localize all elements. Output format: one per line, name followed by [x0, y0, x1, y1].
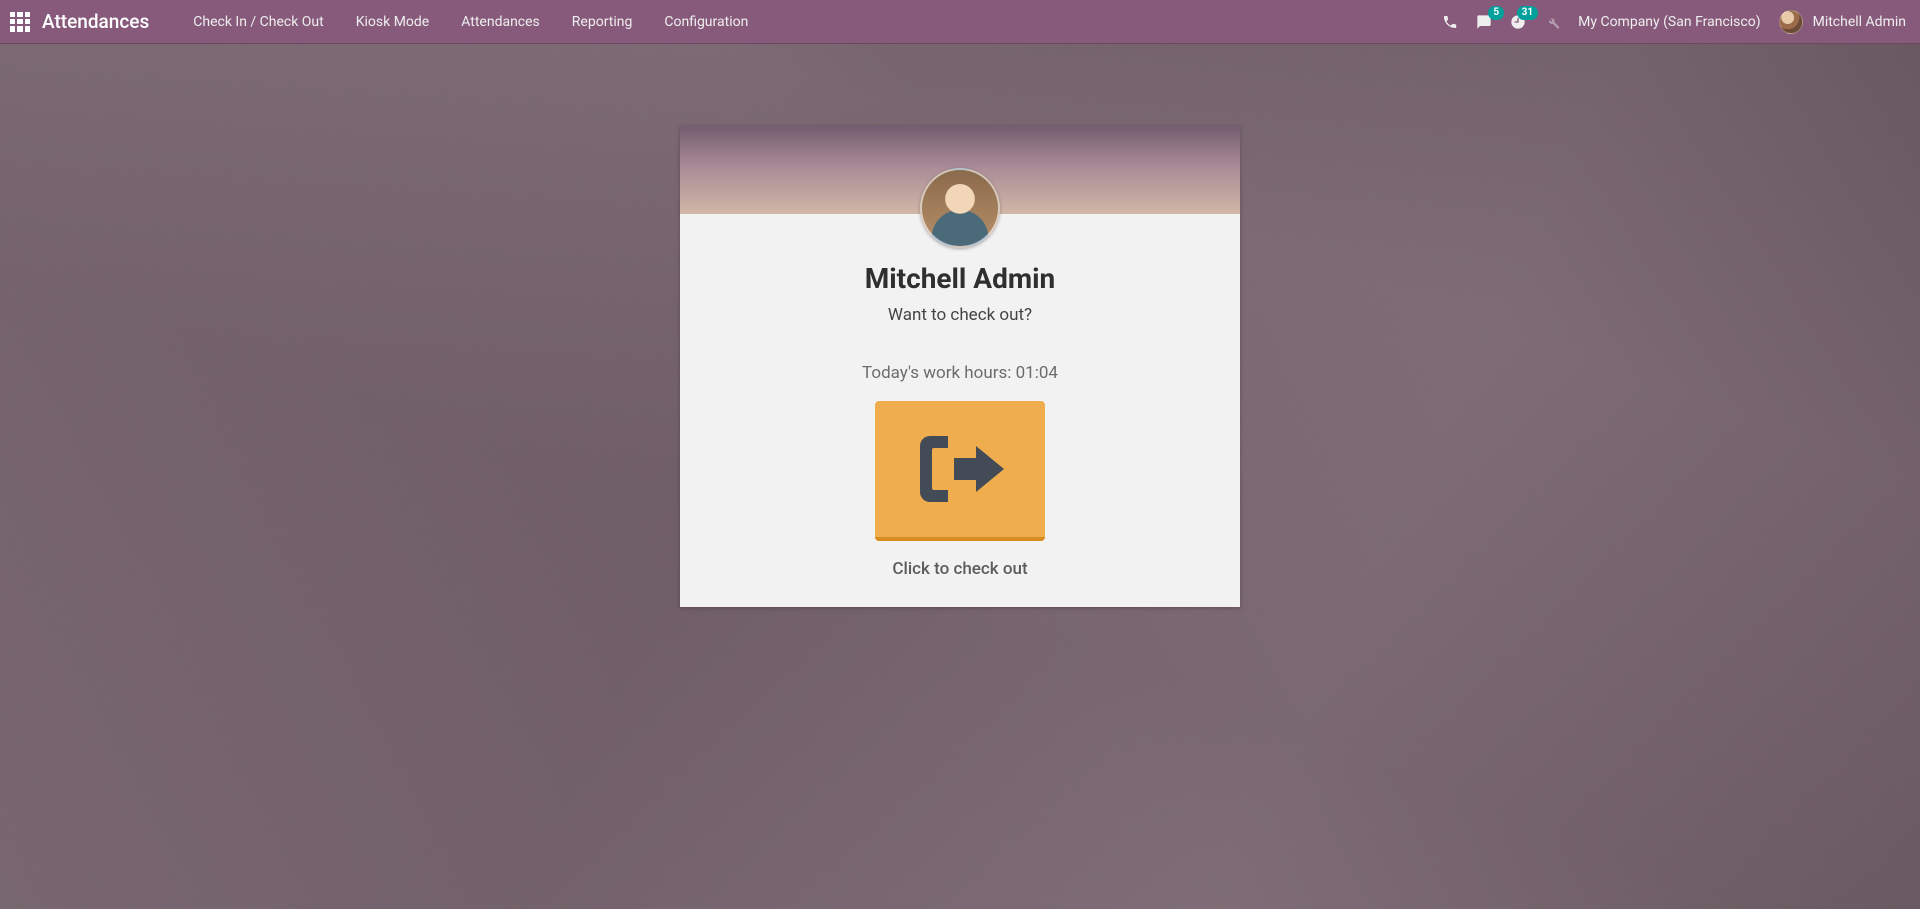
nav-item-reporting[interactable]: Reporting [556, 0, 649, 44]
nav-item-configuration[interactable]: Configuration [648, 0, 764, 44]
top-navbar: Attendances Check In / Check Out Kiosk M… [0, 0, 1920, 44]
company-switcher[interactable]: My Company (San Francisco) [1578, 14, 1760, 30]
work-hours-value: 01:04 [1016, 363, 1058, 383]
messages-badge: 5 [1488, 6, 1504, 20]
work-hours-label: Today's work hours: [862, 363, 1016, 383]
attendance-card: Mitchell Admin Want to check out? Today'… [680, 126, 1240, 607]
user-name: Mitchell Admin [1813, 14, 1906, 30]
nav-item-kiosk[interactable]: Kiosk Mode [340, 0, 446, 44]
messages-icon[interactable]: 5 [1476, 14, 1492, 30]
nav-right: 5 31 My Company (San Francisco) Mitchell… [1442, 10, 1906, 34]
phone-icon[interactable] [1442, 14, 1458, 30]
main-content: Mitchell Admin Want to check out? Today'… [0, 44, 1920, 909]
employee-name: Mitchell Admin [680, 262, 1240, 295]
user-menu[interactable]: Mitchell Admin [1779, 10, 1906, 34]
work-hours: Today's work hours: 01:04 [680, 363, 1240, 383]
card-body: Mitchell Admin Want to check out? Today'… [680, 214, 1240, 579]
nav-item-attendances[interactable]: Attendances [445, 0, 556, 44]
nav-menu: Check In / Check Out Kiosk Mode Attendan… [177, 0, 764, 44]
activities-icon[interactable]: 31 [1510, 14, 1526, 30]
checkout-prompt: Want to check out? [680, 305, 1240, 325]
user-avatar-small [1779, 10, 1803, 34]
click-to-checkout-text: Click to check out [680, 559, 1240, 579]
checkout-button[interactable] [875, 401, 1045, 541]
sign-out-icon [910, 424, 1010, 514]
nav-item-checkin[interactable]: Check In / Check Out [177, 0, 339, 44]
employee-avatar [920, 168, 1000, 248]
activities-badge: 31 [1517, 6, 1538, 20]
app-title[interactable]: Attendances [42, 10, 149, 33]
developer-tools-icon[interactable] [1544, 14, 1560, 30]
apps-grid-icon[interactable] [10, 12, 30, 32]
